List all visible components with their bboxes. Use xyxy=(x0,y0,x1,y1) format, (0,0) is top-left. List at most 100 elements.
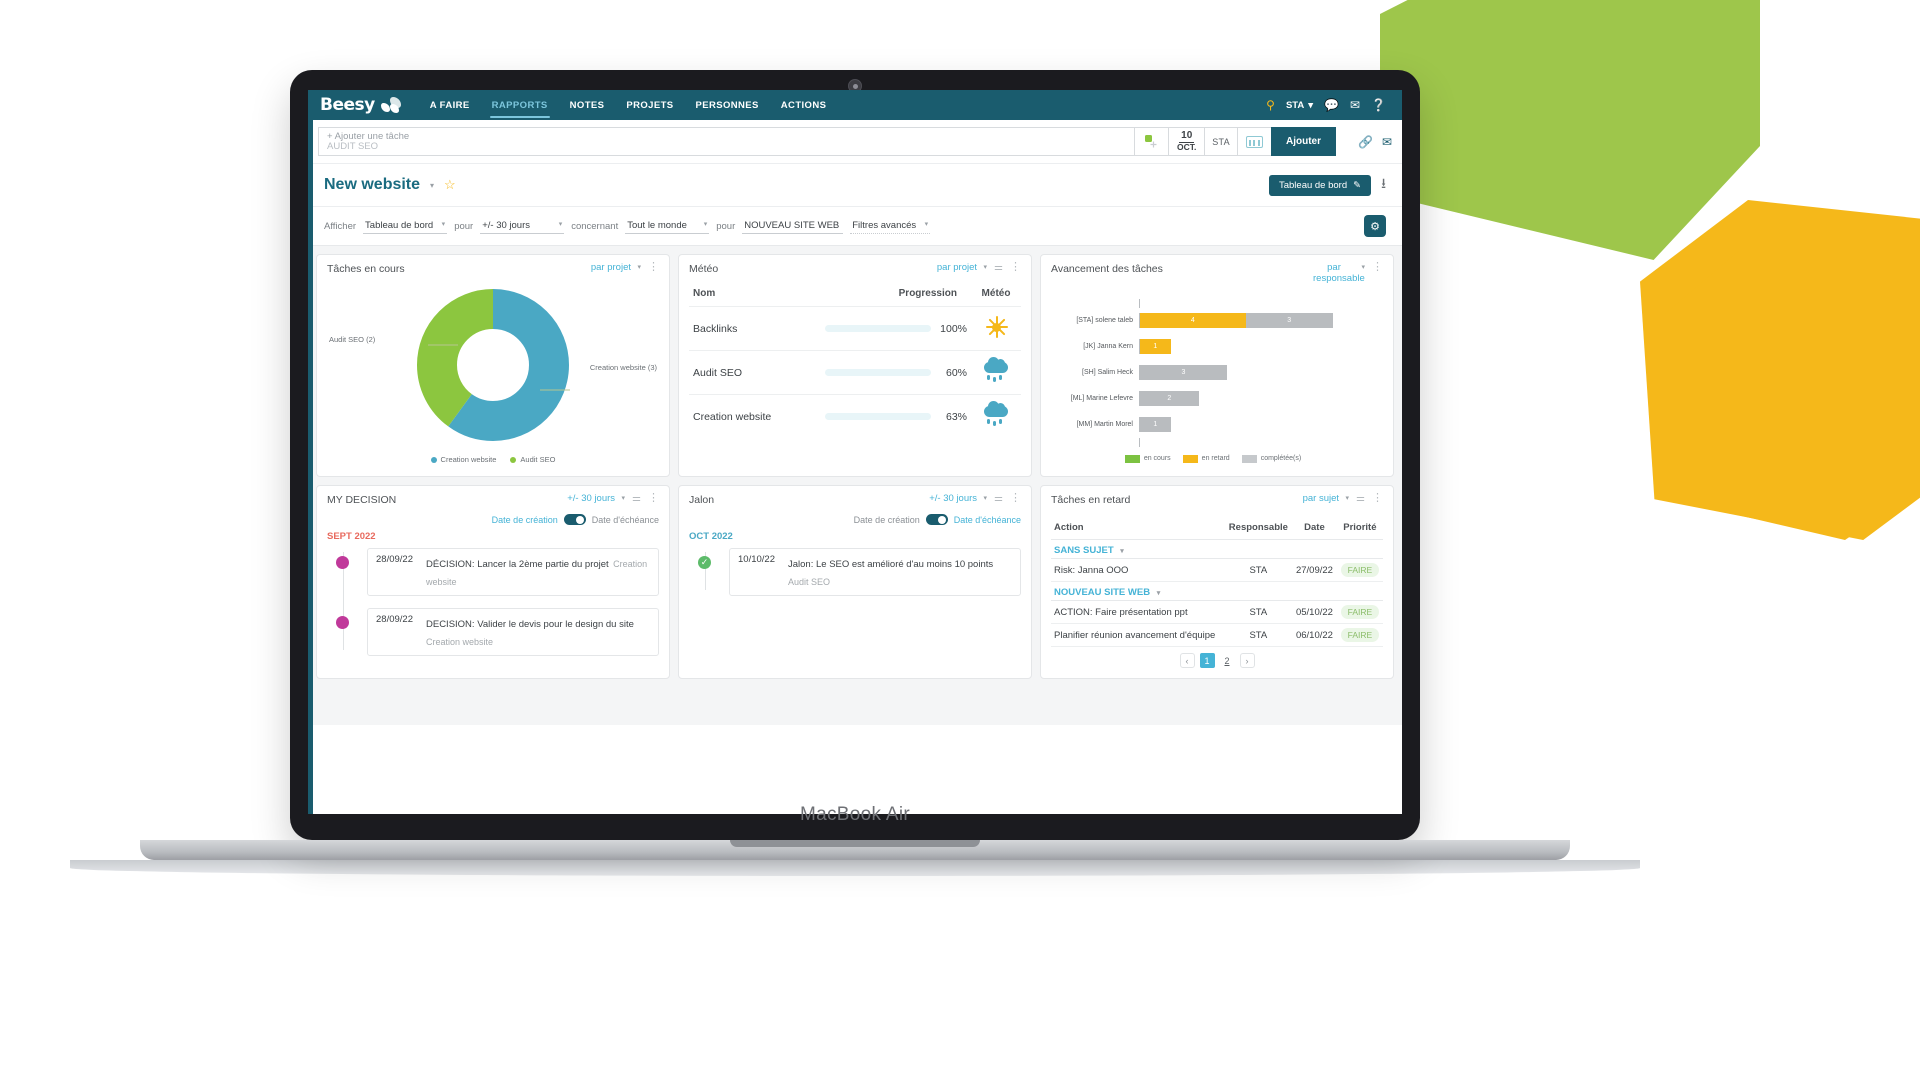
chevron-down-icon[interactable]: ▾ xyxy=(1120,548,1124,555)
help-icon[interactable]: ❔ xyxy=(1371,99,1386,111)
add-task-right-icons: 🔗 ✉ xyxy=(1336,127,1392,156)
left-accent-strip xyxy=(308,120,313,814)
table-row[interactable]: Creation website 63% xyxy=(689,394,1021,438)
table-group-header[interactable]: SANS SUJET ▾ xyxy=(1051,539,1383,559)
dashboard-button[interactable]: Tableau de bord ✎ xyxy=(1268,174,1372,196)
pagination-page-2[interactable]: 2 xyxy=(1220,653,1235,668)
progress-track xyxy=(825,325,931,332)
more-options-icon[interactable]: ⋮ xyxy=(1010,262,1021,273)
widget-header: Météo par projet ⚌ ⋮ xyxy=(689,262,1021,275)
group-by-select[interactable]: par projet xyxy=(591,262,641,274)
cell-date: 27/09/22 xyxy=(1292,558,1337,582)
chat-icon[interactable]: 💬 xyxy=(1324,99,1339,111)
table-row[interactable]: Planifier réunion avancement d'équipe ST… xyxy=(1051,623,1383,647)
date-toggle-switch[interactable] xyxy=(563,514,586,525)
progress-track xyxy=(825,369,931,376)
filter-icon[interactable]: ⚌ xyxy=(994,263,1003,273)
period-select[interactable]: +/- 30 jours xyxy=(480,218,565,234)
date-month: OCT. xyxy=(1177,141,1197,152)
bar-track: 3 xyxy=(1139,365,1375,381)
table-row[interactable]: Risk: Janna OOO STA 27/09/22 FAIRE xyxy=(1051,558,1383,582)
widget-late-tasks: Tâches en retard par sujet ⚌ ⋮ Action xyxy=(1040,485,1394,679)
chevron-down-icon[interactable]: ▾ xyxy=(430,181,434,190)
row-weather xyxy=(971,350,1021,395)
nav-item-actions[interactable]: ACTIONS xyxy=(770,90,838,120)
pin-icon[interactable]: ⚲ xyxy=(1266,98,1275,112)
more-options-icon[interactable]: ⋮ xyxy=(1372,262,1383,273)
weather-table: Nom Progression Météo Backlinks 100% Aud… xyxy=(689,285,1021,438)
pagination-prev[interactable]: ‹ xyxy=(1179,653,1195,668)
nav-item-rapports[interactable]: RAPPORTS xyxy=(481,90,559,120)
pagination-page-1[interactable]: 1 xyxy=(1199,653,1215,668)
nav-item-personnes[interactable]: PERSONNES xyxy=(685,90,770,120)
download-icon[interactable]: ⭳ xyxy=(1381,173,1386,197)
date-mode-toggle: Date de création Date d'échéance xyxy=(327,514,659,525)
gear-icon[interactable]: ⚙ xyxy=(1364,215,1386,237)
cell-action: ACTION: Faire présentation ppt xyxy=(1051,600,1225,624)
cell-priority: FAIRE xyxy=(1336,623,1383,647)
chart-legend: en cours en retard complétée(s) xyxy=(1051,454,1375,463)
table-header-row: Action Responsable Date Priorité xyxy=(1051,520,1383,540)
who-select[interactable]: Tout le monde xyxy=(625,218,710,234)
link-icon[interactable]: 🔗 xyxy=(1358,135,1373,149)
date-toggle-switch[interactable] xyxy=(925,514,948,525)
keyboard-icon[interactable] xyxy=(1236,127,1271,156)
pagination-next[interactable]: › xyxy=(1239,653,1255,668)
add-task-assignee[interactable]: STA xyxy=(1204,127,1237,156)
period-select[interactable]: +/- 30 jours xyxy=(567,493,625,505)
table-row[interactable]: ACTION: Faire présentation ppt STA 05/10… xyxy=(1051,600,1383,624)
list-item[interactable]: 28/09/22 DÉCISION: Lancer la 2ème partie… xyxy=(336,548,659,596)
mail-icon[interactable]: ✉ xyxy=(1350,99,1360,111)
laptop-base: MacBook Air xyxy=(140,804,1570,860)
more-options-icon[interactable]: ⋮ xyxy=(1372,493,1383,504)
add-tag-icon[interactable] xyxy=(1134,127,1169,156)
scope-select[interactable]: NOUVEAU SITE WEB xyxy=(742,218,844,234)
list-item[interactable]: 28/09/22 DECISION: Valider le devis pour… xyxy=(336,608,659,656)
table-group-header[interactable]: NOUVEAU SITE WEB ▾ xyxy=(1051,581,1383,601)
chevron-down-icon[interactable]: ▾ xyxy=(1157,590,1161,597)
nav-item-notes[interactable]: NOTES xyxy=(559,90,616,120)
group-by-select[interactable]: par projet xyxy=(937,262,987,274)
cell-responsable: STA xyxy=(1224,600,1293,624)
table-row[interactable]: Backlinks 100% xyxy=(689,306,1021,351)
progress-value: 100% xyxy=(940,322,967,335)
advanced-filters-select[interactable]: Filtres avancés xyxy=(850,218,931,234)
brand-logo[interactable]: Beesy xyxy=(320,95,403,115)
concernant-label: concernant xyxy=(571,220,619,232)
period-select[interactable]: +/- 30 jours xyxy=(929,493,987,505)
laptop-lid: Beesy A FAIRE RAPPORTS NOTES PROJETS PER… xyxy=(290,70,1420,840)
group-by-select[interactable]: par sujet xyxy=(1303,493,1350,505)
item-project: Creation website xyxy=(426,637,494,647)
dashboard-row-1: Tâches en cours par projet ⋮ xyxy=(316,254,1394,477)
filter-row: Afficher Tableau de bord pour +/- 30 jou… xyxy=(308,207,1402,246)
more-options-icon[interactable]: ⋮ xyxy=(1010,493,1021,504)
bar-segment-done: 2 xyxy=(1140,391,1199,407)
more-options-icon[interactable]: ⋮ xyxy=(648,262,659,273)
user-menu[interactable]: STA ▾ xyxy=(1286,100,1313,111)
bar-label: [SH] Salim Heck xyxy=(1082,369,1133,377)
table-row[interactable]: Audit SEO 60% xyxy=(689,350,1021,395)
col-action: Action xyxy=(1051,520,1225,540)
bar-segment-done: 3 xyxy=(1140,365,1227,381)
add-task-input[interactable]: + Ajouter une tâche AUDIT SEO xyxy=(318,127,1135,156)
late-tasks-table: Action Responsable Date Priorité SANS SU… xyxy=(1051,520,1383,647)
date-mode-toggle: Date de création Date d'échéance xyxy=(689,514,1021,525)
more-options-icon[interactable]: ⋮ xyxy=(648,493,659,504)
filter-icon[interactable]: ⚌ xyxy=(994,494,1003,504)
view-select[interactable]: Tableau de bord xyxy=(363,218,448,234)
add-task-date[interactable]: 10 OCT. xyxy=(1168,127,1205,156)
legend-item-creation-website: Creation website xyxy=(430,455,496,464)
bar-segment-late: 1 xyxy=(1140,339,1171,355)
filter-icon[interactable]: ⚌ xyxy=(1356,494,1365,504)
col-meteo: Météo xyxy=(981,288,1011,299)
list-item[interactable]: ✓ 10/10/22 Jalon: Le SEO est amélioré d'… xyxy=(698,548,1021,596)
nav-item-a-faire[interactable]: A FAIRE xyxy=(419,90,481,120)
nav-right-group: ⚲ STA ▾ 💬 ✉ ❔ xyxy=(1266,98,1390,112)
nav-item-projets[interactable]: PROJETS xyxy=(615,90,684,120)
group-by-select[interactable]: par responsable xyxy=(1313,262,1365,285)
star-icon[interactable]: ☆ xyxy=(444,177,456,193)
filter-icon[interactable]: ⚌ xyxy=(632,494,641,504)
add-task-button[interactable]: Ajouter xyxy=(1270,127,1336,156)
progress-track xyxy=(825,413,931,420)
upload-icon[interactable]: ✉ xyxy=(1382,135,1392,149)
